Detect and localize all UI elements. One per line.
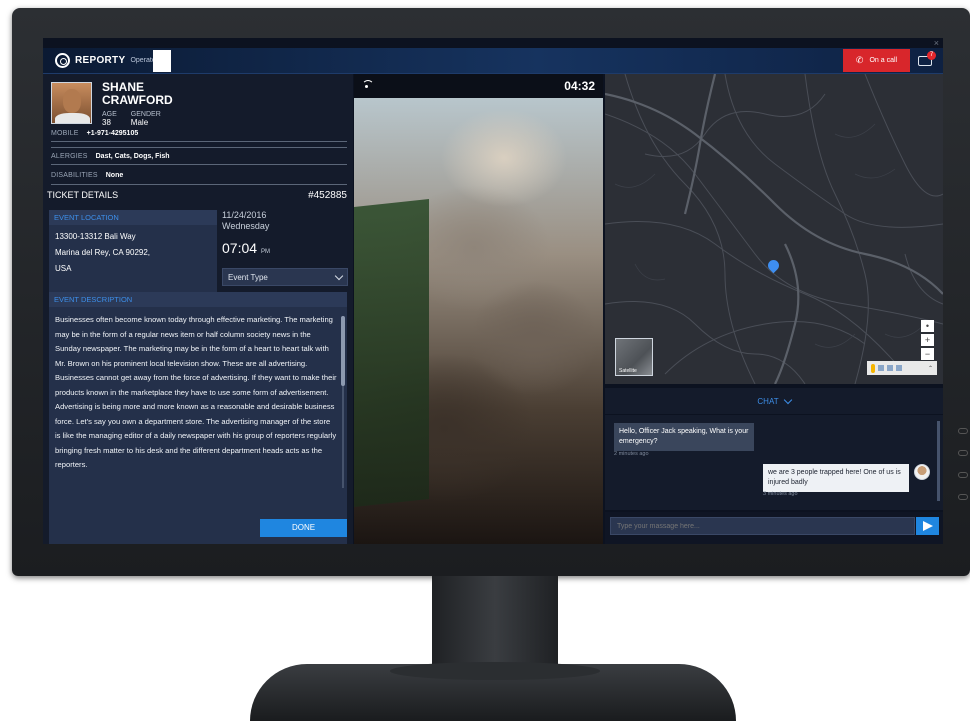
disabilities-label: DISABILITIES <box>51 172 98 179</box>
chevron-down-icon <box>334 271 344 280</box>
allergies-row: ALERGIES Dast, Cats, Dogs, Fish <box>51 147 347 165</box>
satellite-label: Satellite <box>619 368 637 374</box>
call-timer: 04:32 <box>564 79 595 93</box>
reporty-logo-icon <box>55 53 70 68</box>
ticket-number: #452885 <box>308 189 347 201</box>
chevron-down-icon <box>783 395 792 404</box>
address-line: USA <box>55 264 72 273</box>
disabilities-row: DISABILITIES None <box>51 167 347 185</box>
gender-field: GENDER Male <box>131 111 161 127</box>
messages-button[interactable]: 7 <box>917 51 937 71</box>
monitor-button[interactable] <box>958 450 968 456</box>
app-logo: REPORTY Operator <box>55 53 158 68</box>
allergies-label: ALERGIES <box>51 152 88 160</box>
ticket-title: TICKET DETAILS <box>47 190 119 200</box>
age-field: AGE 38 <box>102 111 117 127</box>
locate-icon[interactable]: • <box>921 320 934 332</box>
allergies-value: Dast, Cats, Dogs, Fish <box>95 152 170 160</box>
gender-label: GENDER <box>130 111 161 118</box>
monitor-button[interactable] <box>958 428 968 434</box>
event-address: 13300-13312 Bali Way Marina del Rey, CA … <box>49 225 217 281</box>
app-screen: × REPORTY Operator ✆ On a call 7 SHANE C… <box>43 38 943 544</box>
monitor-button[interactable] <box>958 494 968 500</box>
event-time-meridiem: PM <box>260 249 270 255</box>
mobile-value: +1-971-4295105 <box>86 130 139 137</box>
send-icon <box>923 521 933 531</box>
address-line: 13300-13312 Bali Way <box>55 232 136 241</box>
chat-message-input[interactable] <box>610 517 915 535</box>
caller-avatar <box>914 464 930 480</box>
patient-name: SHANE CRAWFORD <box>102 81 222 107</box>
event-weekday: Wednesday <box>222 221 270 231</box>
event-description-box: EVENT DESCRIPTION Businesses often becom… <box>49 292 347 544</box>
address-line: Marina del Rey, CA 90292, <box>55 248 151 257</box>
zoom-in-button[interactable]: + <box>921 334 934 346</box>
mobile-label: MOBILE <box>51 130 79 137</box>
chat-message-time: 2 minutes ago <box>614 451 649 457</box>
patient-demographics: AGE 38 GENDER Male <box>102 111 161 127</box>
zoom-out-button[interactable]: − <box>921 348 934 360</box>
monitor-button[interactable] <box>958 472 968 478</box>
mobile-row: MOBILE +1-971-4295105 <box>51 126 347 142</box>
chat-scrollbar[interactable] <box>937 421 940 501</box>
expand-icon[interactable]: ⌃ <box>928 365 933 372</box>
event-location-box: EVENT LOCATION 13300-13312 Bali Way Mari… <box>49 210 217 294</box>
map-roads <box>605 74 943 384</box>
zoom-controls: • + − <box>921 320 934 362</box>
age-label: AGE <box>102 111 117 118</box>
map-tile-icon[interactable] <box>878 365 884 371</box>
disabilities-value: None <box>105 172 124 179</box>
event-date: 11/24/2016 <box>222 210 267 220</box>
send-button[interactable] <box>916 517 939 535</box>
avatar-face <box>63 89 81 113</box>
map-panel[interactable]: Satellite • + − ⌃ <box>605 74 943 384</box>
event-location-label: EVENT LOCATION <box>49 210 217 225</box>
chat-messages: Hello, Officer Jack speaking, What is yo… <box>605 415 943 510</box>
event-description-text: Businesses often become known today thro… <box>55 315 337 469</box>
monitor-side-buttons <box>956 428 970 538</box>
ticket-header: TICKET DETAILS #452885 <box>47 187 347 203</box>
ticket-panel: SHANE CRAWFORD AGE 38 GENDER Male MOBILE… <box>43 74 353 544</box>
notification-badge: 7 <box>927 51 936 60</box>
event-type-select[interactable]: Event Type <box>222 268 348 286</box>
event-time: 07:04 PM <box>222 240 348 256</box>
event-datetime: 11/24/2016 Wednesday 07:04 PM <box>222 210 348 256</box>
close-icon[interactable]: × <box>934 38 939 48</box>
avatar-body <box>55 113 90 123</box>
chat-toggle[interactable]: CHAT <box>605 388 943 414</box>
chat-message-incoming: Hello, Officer Jack speaking, What is yo… <box>614 423 754 451</box>
event-time-value: 07:04 <box>222 240 258 256</box>
on-call-label: On a call <box>869 57 898 64</box>
live-video-feed <box>354 98 603 544</box>
video-building <box>354 199 429 507</box>
chat-message-outgoing: we are 3 people trapped here! One of us … <box>763 464 909 492</box>
chat-message-time: 3 minutes ago <box>763 491 798 497</box>
monitor-scene: × REPORTY Operator ✆ On a call 7 SHANE C… <box>0 0 970 721</box>
description-scrollbar-thumb[interactable] <box>341 316 345 386</box>
wifi-icon <box>362 80 374 88</box>
profile-placeholder <box>153 50 171 72</box>
patient-avatar <box>51 82 92 124</box>
event-description-label: EVENT DESCRIPTION <box>49 292 347 307</box>
map-tile-icon[interactable] <box>887 365 893 371</box>
map-toolbar: ⌃ <box>867 361 937 375</box>
satellite-toggle[interactable]: Satellite <box>615 338 653 376</box>
monitor-stand-joint <box>390 662 600 680</box>
street-view-icon[interactable] <box>871 363 875 373</box>
top-bar: REPORTY Operator ✆ On a call 7 <box>43 48 943 74</box>
video-status-bar: 04:32 <box>354 74 603 98</box>
brand-name: REPORTY <box>75 55 126 66</box>
chat-input-bar <box>605 512 943 544</box>
done-button[interactable]: DONE <box>260 519 347 537</box>
phone-icon: ✆ <box>855 55 864 65</box>
map-tile-icon[interactable] <box>896 365 902 371</box>
chat-title: CHAT <box>757 396 779 406</box>
on-call-button[interactable]: ✆ On a call <box>843 49 910 72</box>
event-type-value: Event Type <box>228 272 268 282</box>
live-video-panel: 04:32 <box>354 74 603 544</box>
patient-last-name: CRAWFORD <box>102 93 173 107</box>
